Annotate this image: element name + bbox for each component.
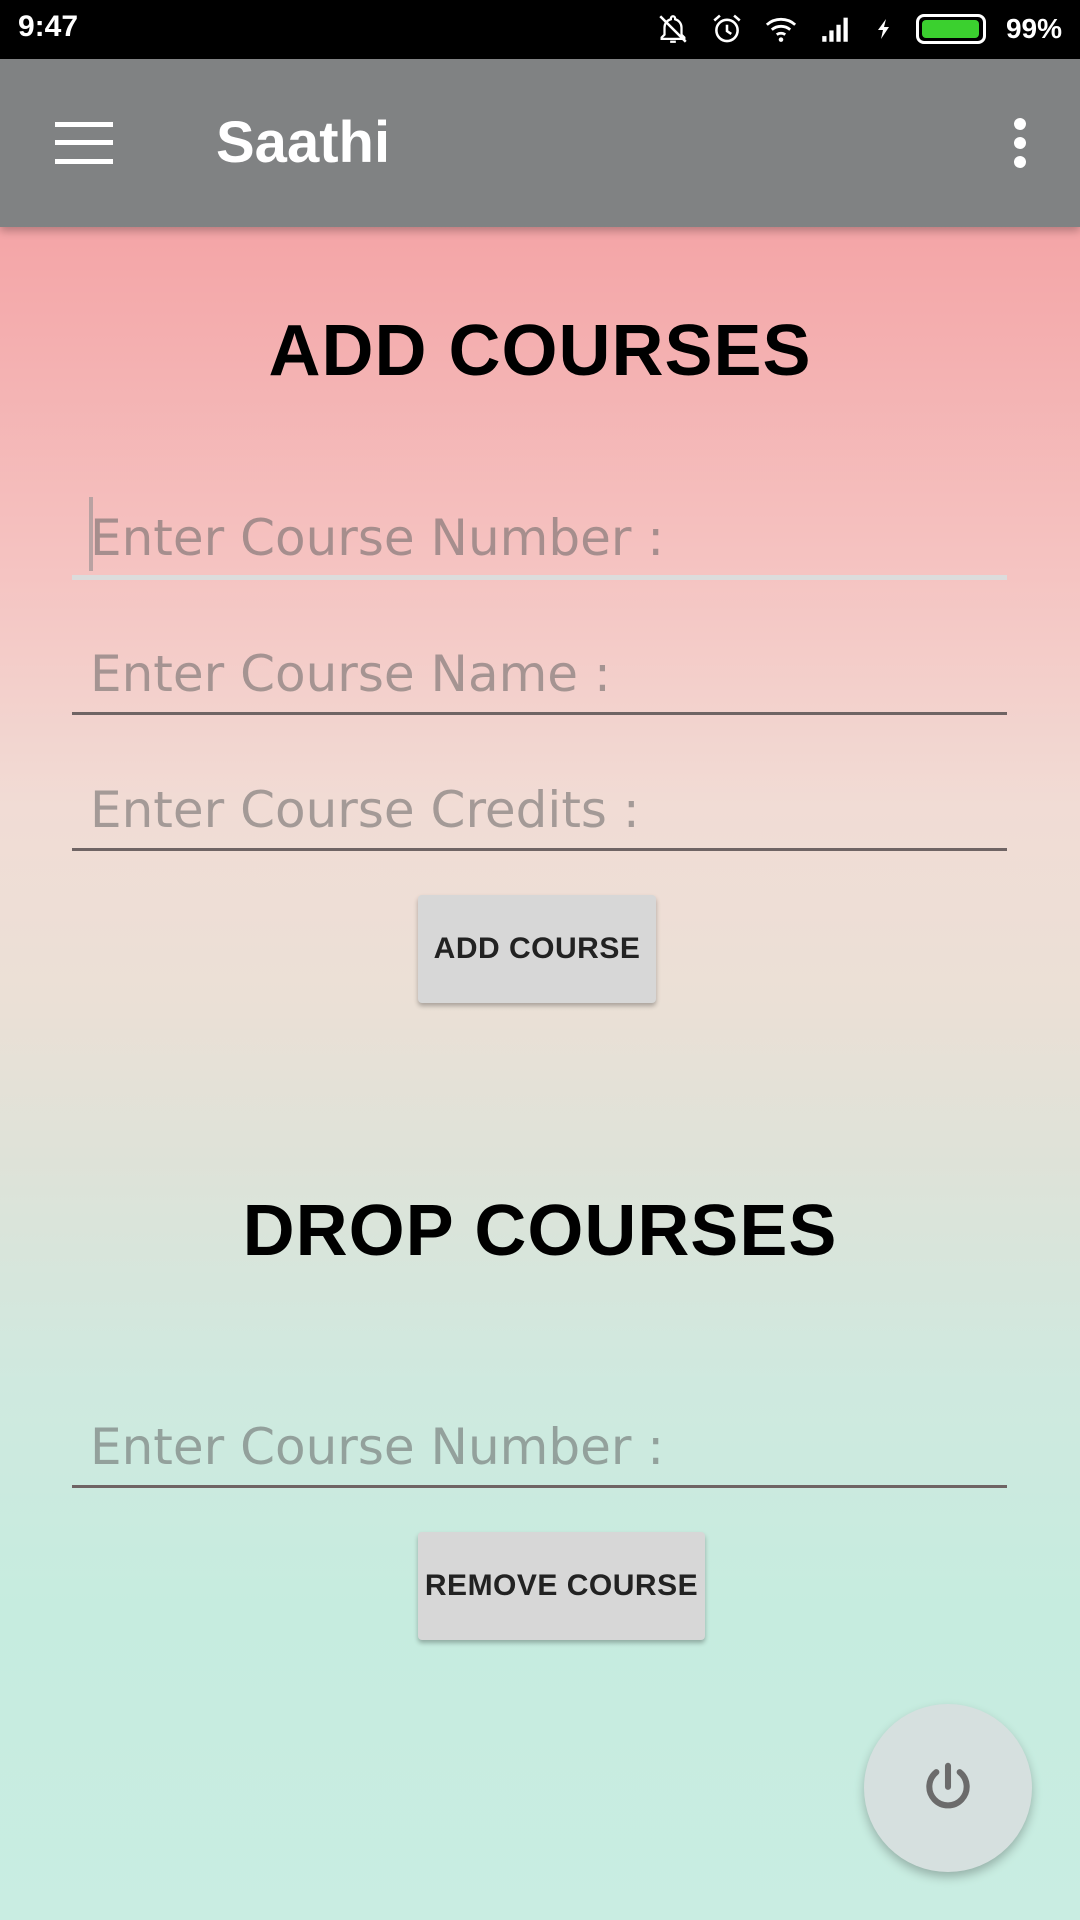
overflow-menu-button[interactable] [976, 99, 1064, 187]
drop-courses-heading: DROP COURSES [242, 1191, 838, 1271]
more-vert-icon [1014, 118, 1026, 168]
battery-percent: 99% [1005, 13, 1062, 44]
drop-course-number-input[interactable] [72, 1408, 1007, 1488]
wifi-icon [765, 17, 797, 42]
remove-course-button[interactable]: REMOVE COURSE [418, 1532, 705, 1640]
add-course-number-input[interactable] [72, 500, 1007, 580]
add-course-credits-input[interactable] [72, 771, 1007, 851]
app-title: Saathi [216, 110, 391, 175]
app-screen: 9:47 99% Saathi ADD COURSES Enter Course… [0, 0, 1080, 1920]
battery-icon [915, 14, 986, 44]
status-bar: 9:47 99% [0, 0, 1080, 59]
charging-icon [877, 19, 889, 39]
status-icons: 99% [656, 8, 1062, 50]
app-bar: Saathi [0, 59, 1080, 227]
menu-button[interactable] [40, 99, 128, 187]
add-courses-heading: ADD COURSES [268, 311, 812, 391]
power-fab-button[interactable] [864, 1704, 1032, 1872]
signal-icon [822, 17, 848, 42]
add-course-name-input[interactable] [72, 635, 1007, 715]
power-icon [926, 1762, 970, 1809]
alarm-icon [713, 14, 741, 43]
mute-icon [659, 15, 687, 43]
add-course-button[interactable]: ADD COURSE [418, 895, 656, 1003]
status-time: 9:47 [18, 10, 79, 43]
hamburger-menu-icon [55, 122, 113, 164]
battery-fill [921, 20, 980, 38]
text-cursor [89, 497, 93, 571]
